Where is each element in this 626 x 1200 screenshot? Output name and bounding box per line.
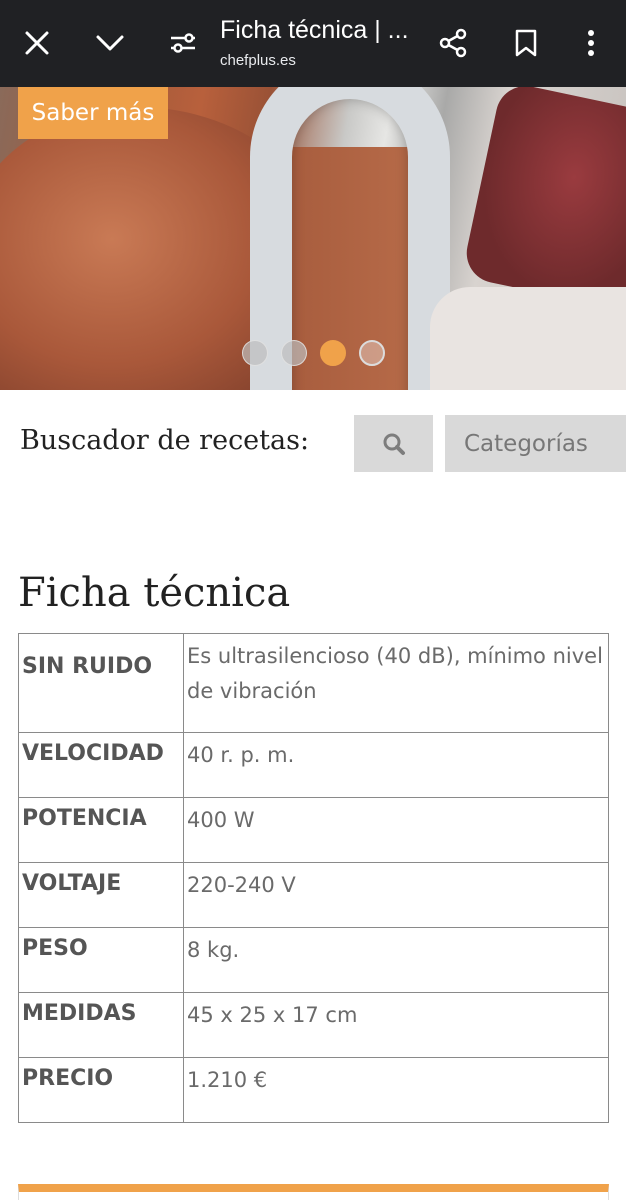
spec-key: PESO (18, 927, 184, 993)
spec-value: 8 kg. (183, 927, 609, 993)
share-icon (439, 28, 467, 58)
close-button[interactable] (9, 15, 65, 71)
spec-key: POTENCIA (18, 797, 184, 863)
table-row: VELOCIDAD 40 r. p. m. (18, 732, 609, 798)
spec-key: VELOCIDAD (18, 732, 184, 798)
search-icon (383, 433, 405, 455)
tune-icon (171, 33, 195, 53)
page-domain: chefplus.es (220, 52, 296, 69)
spec-key: VOLTAJE (18, 862, 184, 928)
spec-key: PRECIO (18, 1057, 184, 1123)
spec-value: 40 r. p. m. (183, 732, 609, 798)
spec-value: 220-240 V (183, 862, 609, 928)
spec-value: Es ultrasilencioso (40 dB), mínimo nivel… (183, 633, 609, 733)
carousel-dot-3[interactable] (320, 340, 346, 366)
next-section-border (18, 1184, 609, 1200)
spec-table: SIN RUIDO Es ultrasilencioso (40 dB), mí… (18, 633, 609, 1123)
spec-value: 1.210 € (183, 1057, 609, 1123)
bookmark-icon (515, 29, 537, 57)
spec-key: SIN RUIDO (18, 633, 184, 733)
categories-dropdown[interactable]: Categorías (445, 415, 626, 472)
carousel-dot-2[interactable] (281, 340, 307, 366)
table-row: PRECIO 1.210 € (18, 1057, 609, 1123)
share-button[interactable] (425, 15, 481, 71)
search-button[interactable] (354, 415, 433, 472)
page-title[interactable]: Ficha técnica | ... (220, 16, 420, 45)
spec-value: 45 x 25 x 17 cm (183, 992, 609, 1058)
saber-mas-button[interactable]: Saber más (18, 87, 168, 139)
more-vert-icon (588, 30, 594, 56)
spec-value: 400 W (183, 797, 609, 863)
browser-toolbar: Ficha técnica | ... chefplus.es (0, 0, 626, 87)
section-title: Ficha técnica (18, 570, 291, 616)
collapse-button[interactable] (82, 15, 138, 71)
page-settings-button[interactable] (155, 15, 211, 71)
bookmark-button[interactable] (498, 15, 554, 71)
spec-key: MEDIDAS (18, 992, 184, 1058)
carousel-dot-1[interactable] (242, 340, 268, 366)
table-row: SIN RUIDO Es ultrasilencioso (40 dB), mí… (18, 633, 609, 733)
close-icon (25, 31, 49, 55)
carousel-pagination (242, 340, 385, 368)
chevron-down-icon (96, 35, 124, 51)
carousel-dot-4[interactable] (359, 340, 385, 366)
recipe-search-label: Buscador de recetas: (20, 425, 310, 456)
more-options-button[interactable] (563, 15, 619, 71)
table-row: VOLTAJE 220-240 V (18, 862, 609, 928)
table-row: POTENCIA 400 W (18, 797, 609, 863)
table-row: MEDIDAS 45 x 25 x 17 cm (18, 992, 609, 1058)
table-row: PESO 8 kg. (18, 927, 609, 993)
